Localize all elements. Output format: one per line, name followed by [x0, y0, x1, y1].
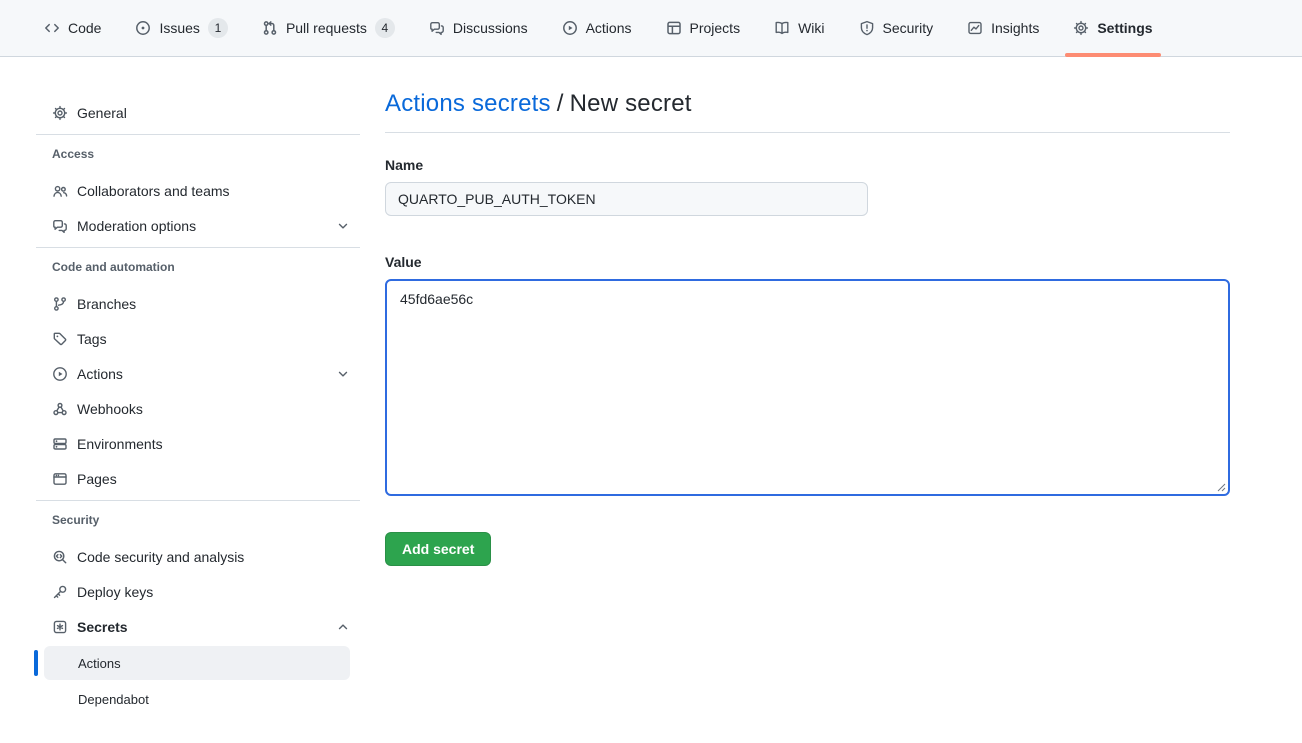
tab-label: Security: [883, 20, 934, 36]
sidebar-item-label: Webhooks: [77, 401, 143, 417]
shield-icon: [859, 20, 875, 36]
server-icon: [52, 436, 68, 452]
sidebar-item-tags[interactable]: Tags: [36, 321, 360, 356]
sidebar-divider: [36, 500, 360, 501]
settings-sidebar: General Access Collaborators and teams M…: [36, 57, 360, 716]
selected-accent-bar: [34, 650, 38, 676]
sidebar-item-moderation-options[interactable]: Moderation options: [36, 208, 360, 243]
issues-count-badge: 1: [208, 18, 228, 38]
title-divider: [385, 132, 1230, 133]
sidebar-item-label: Moderation options: [77, 218, 196, 234]
issue-opened-icon: [135, 20, 151, 36]
sidebar-item-label: Branches: [77, 296, 136, 312]
tab-label: Pull requests: [286, 20, 367, 36]
name-field-label: Name: [385, 157, 1230, 173]
sidebar-item-webhooks[interactable]: Webhooks: [36, 391, 360, 426]
add-secret-button[interactable]: Add secret: [385, 532, 491, 566]
comment-discussion-icon: [52, 218, 68, 234]
play-icon: [562, 20, 578, 36]
gear-icon: [52, 105, 68, 121]
sidebar-subitem-dependabot-secrets[interactable]: Dependabot: [44, 682, 350, 716]
key-asterisk-icon: [52, 619, 68, 635]
sidebar-item-label: Code security and analysis: [77, 549, 244, 565]
sidebar-item-pages[interactable]: Pages: [36, 461, 360, 496]
sidebar-section-security: Security: [36, 513, 360, 527]
page-content: General Access Collaborators and teams M…: [0, 57, 1302, 716]
sidebar-item-label: Collaborators and teams: [77, 183, 230, 199]
breadcrumb-separator: /: [557, 90, 564, 117]
tab-security[interactable]: Security: [851, 0, 942, 56]
comment-discussion-icon: [429, 20, 445, 36]
sidebar-subitem-actions-secrets[interactable]: Actions: [44, 646, 350, 680]
tab-issues[interactable]: Issues 1: [127, 0, 235, 56]
sidebar-divider: [36, 247, 360, 248]
key-icon: [52, 584, 68, 600]
sidebar-item-label: Deploy keys: [77, 584, 153, 600]
sidebar-item-label: Secrets: [77, 619, 128, 635]
chevron-down-icon: [336, 367, 350, 381]
sidebar-item-label: Pages: [77, 471, 117, 487]
tab-label: Projects: [690, 20, 741, 36]
sidebar-section-code-automation: Code and automation: [36, 260, 360, 274]
sidebar-item-label: Environments: [77, 436, 163, 452]
sidebar-item-label: General: [77, 105, 127, 121]
pull-requests-count-badge: 4: [375, 18, 395, 38]
sidebar-item-code-security[interactable]: Code security and analysis: [36, 539, 360, 574]
tab-label: Actions: [586, 20, 632, 36]
sidebar-item-collaborators[interactable]: Collaborators and teams: [36, 173, 360, 208]
webhook-icon: [52, 401, 68, 417]
tab-wiki[interactable]: Wiki: [766, 0, 832, 56]
actions-secrets-breadcrumb-link[interactable]: Actions secrets: [385, 90, 551, 117]
graph-icon: [967, 20, 983, 36]
sidebar-divider: [36, 134, 360, 135]
tag-icon: [52, 331, 68, 347]
tab-actions[interactable]: Actions: [554, 0, 640, 56]
page-title: Actions secrets/New secret: [385, 90, 1230, 118]
tab-projects[interactable]: Projects: [658, 0, 749, 56]
play-icon: [52, 366, 68, 382]
chevron-up-icon: [336, 620, 350, 634]
sidebar-item-secrets[interactable]: Secrets: [36, 609, 360, 644]
sidebar-section-access: Access: [36, 147, 360, 161]
tab-label: Discussions: [453, 20, 528, 36]
tab-label: Code: [68, 20, 101, 36]
sidebar-item-deploy-keys[interactable]: Deploy keys: [36, 574, 360, 609]
chevron-down-icon: [336, 219, 350, 233]
tab-settings[interactable]: Settings: [1065, 0, 1160, 56]
sidebar-item-environments[interactable]: Environments: [36, 426, 360, 461]
tab-insights[interactable]: Insights: [959, 0, 1047, 56]
tab-label: Insights: [991, 20, 1039, 36]
repo-tab-nav: Code Issues 1 Pull requests 4 Discussion…: [0, 0, 1302, 57]
people-icon: [52, 183, 68, 199]
tab-discussions[interactable]: Discussions: [421, 0, 536, 56]
tab-pull-requests[interactable]: Pull requests 4: [254, 0, 403, 56]
sidebar-item-branches[interactable]: Branches: [36, 286, 360, 321]
git-pull-request-icon: [262, 20, 278, 36]
sidebar-item-actions[interactable]: Actions: [36, 356, 360, 391]
repo-settings-page: Code Issues 1 Pull requests 4 Discussion…: [0, 0, 1302, 743]
sidebar-subitem-label: Dependabot: [78, 692, 149, 707]
sidebar-item-label: Tags: [77, 331, 107, 347]
tab-label: Settings: [1097, 20, 1152, 36]
sidebar-item-general[interactable]: General: [36, 95, 360, 130]
git-branch-icon: [52, 296, 68, 312]
breadcrumb-current: New secret: [570, 90, 692, 117]
tab-code[interactable]: Code: [36, 0, 109, 56]
secret-value-textarea[interactable]: [385, 279, 1230, 496]
secret-name-input[interactable]: [385, 182, 868, 216]
new-secret-form: Actions secrets/New secret Name Value Ad…: [385, 57, 1230, 566]
sidebar-subitem-label: Actions: [78, 656, 121, 671]
tab-label: Issues: [159, 20, 199, 36]
value-field-wrap: [385, 279, 1230, 496]
book-icon: [774, 20, 790, 36]
browser-icon: [52, 471, 68, 487]
gear-icon: [1073, 20, 1089, 36]
value-field-label: Value: [385, 254, 1230, 270]
code-icon: [44, 20, 60, 36]
tab-label: Wiki: [798, 20, 824, 36]
table-icon: [666, 20, 682, 36]
sidebar-item-label: Actions: [77, 366, 123, 382]
codescan-icon: [52, 549, 68, 565]
